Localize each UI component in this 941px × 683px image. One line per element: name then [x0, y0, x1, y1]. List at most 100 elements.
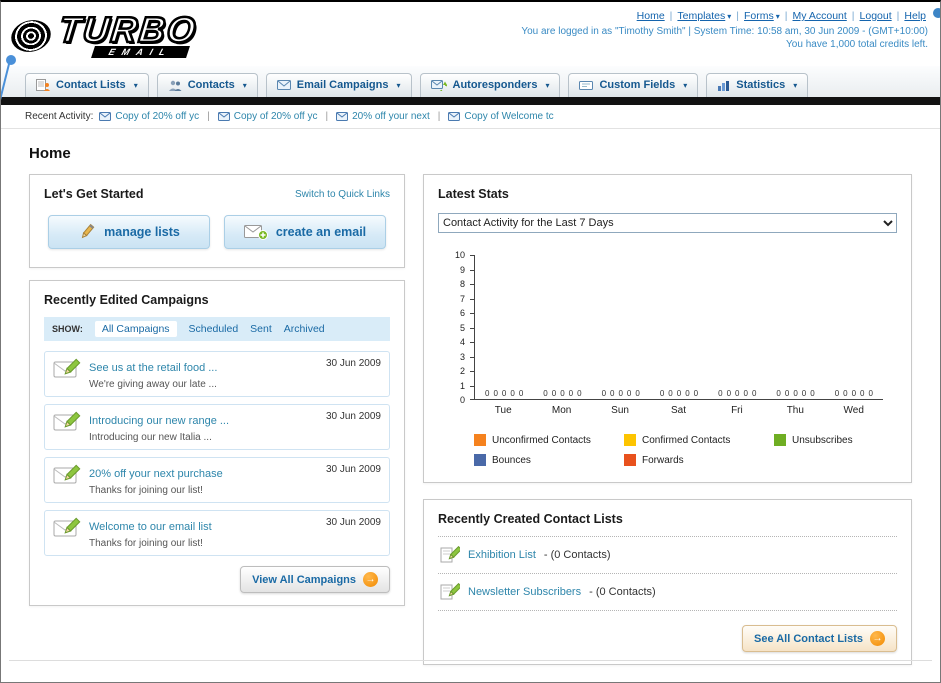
view-all-campaigns-button[interactable]: View All Campaigns → — [240, 566, 390, 593]
page-title: Home — [29, 145, 71, 162]
edit-campaign-icon — [53, 358, 81, 378]
bar-value: 0 — [751, 389, 757, 398]
manage-lists-button[interactable]: manage lists — [48, 215, 210, 249]
bar-value-group: 00000 — [766, 389, 824, 398]
filter-all-campaigns[interactable]: All Campaigns — [94, 321, 177, 337]
blue-dot-decoration — [933, 8, 940, 18]
filter-scheduled[interactable]: Scheduled — [189, 323, 239, 335]
tab-contact-lists[interactable]: Contact Lists — [25, 73, 149, 97]
header-right: Home Templates Forms My Account Logout Help Y… — [521, 8, 928, 64]
x-axis-label: Mon — [551, 405, 572, 416]
edit-campaign-icon — [53, 464, 81, 484]
edit-campaign-icon — [53, 411, 81, 431]
legend-swatch — [474, 454, 486, 466]
campaign-subtitle: We're giving away our late ... — [89, 379, 217, 390]
chevron-down-icon — [681, 79, 687, 91]
bar-value: 0 — [601, 389, 607, 398]
envelope-plus-icon — [243, 225, 268, 240]
arrow-right-icon: → — [363, 572, 378, 587]
tab-contacts[interactable]: Contacts — [156, 73, 258, 97]
campaign-date: 30 Jun 2009 — [325, 411, 381, 422]
separator — [667, 10, 676, 22]
chevron-down-icon — [791, 79, 797, 91]
contact-list-item[interactable]: Exhibition List - (0 Contacts) — [438, 537, 897, 574]
y-axis-tick — [470, 342, 475, 343]
bar-value: 0 — [560, 389, 565, 398]
bar-value-group: 00000 — [533, 389, 591, 398]
switch-quick-links-link[interactable]: Switch to Quick Links — [295, 189, 390, 200]
campaign-filter-bar: SHOW: All Campaigns Scheduled Sent Archi… — [44, 317, 390, 341]
tab-statistics[interactable]: Statistics — [706, 73, 809, 97]
right-column: Latest Stats Contact Activity for the La… — [423, 174, 912, 665]
top-link-help[interactable]: Help — [904, 10, 926, 22]
recent-activity-item[interactable]: Copy of 20% off yc — [217, 111, 317, 122]
campaign-row[interactable]: See us at the retail food ... We're givi… — [44, 351, 390, 397]
campaign-row[interactable]: Welcome to our email list Thanks for joi… — [44, 510, 390, 556]
email-campaigns-icon — [276, 80, 291, 90]
recent-activity-item[interactable]: Copy of 20% off yc — [99, 111, 199, 122]
custom-fields-icon — [579, 80, 594, 90]
contact-activity-chart: 0 1 2 3 4 5 6 7 8 9 10 0 0 0 0 0 0 0 0 0 0 0 0 0 0 0 0 0 0 0 0 0 0 0 0 0 0 0 0… — [438, 250, 897, 466]
campaign-title-link[interactable]: Introducing our new range ... — [89, 415, 229, 427]
chevron-down-icon — [774, 10, 780, 22]
campaign-title-link[interactable]: Welcome to our email list — [89, 521, 212, 533]
top-link-templates[interactable]: Templates — [677, 10, 731, 22]
bar-value: 0 — [743, 389, 748, 398]
separator — [894, 10, 903, 22]
get-started-panel: Let's Get Started Switch to Quick Links … — [29, 174, 405, 268]
filter-sent[interactable]: Sent — [250, 323, 272, 335]
y-axis-label: 0 — [459, 395, 465, 405]
recent-activity-item[interactable]: Copy of Welcome tc — [448, 111, 554, 122]
top-link-my-account[interactable]: My Account — [793, 10, 847, 22]
show-label: SHOW: — [52, 324, 83, 334]
legend-swatch — [774, 434, 786, 446]
campaigns-panel-title: Recently Edited Campaigns — [44, 293, 209, 307]
y-axis-tick — [470, 385, 475, 387]
y-axis-label: 10 — [454, 250, 465, 260]
tab-email-campaigns[interactable]: Email Campaigns — [265, 73, 412, 97]
contact-list-item[interactable]: Newsletter Subscribers - (0 Contacts) — [438, 574, 897, 611]
legend-item: Unsubscribes — [774, 434, 893, 446]
x-axis-label: Sun — [611, 405, 629, 416]
bar-value: 0 — [668, 389, 673, 398]
top-link-forms[interactable]: Forms — [744, 10, 780, 22]
bar-value-group: 00000 — [650, 389, 708, 398]
top-link-home[interactable]: Home — [637, 10, 665, 22]
filter-archived[interactable]: Archived — [284, 323, 325, 335]
recent-activity-bar: Recent Activity: Copy of 20% off yc Copy… — [1, 105, 940, 129]
bar-value: 0 — [618, 389, 623, 398]
contact-list-link[interactable]: Newsletter Subscribers — [468, 586, 581, 598]
header: TURBO EMAIL Home Templates Forms My Account… — [1, 2, 940, 66]
contact-list-count: - (0 Contacts) — [589, 586, 656, 598]
bar-value: 0 — [868, 389, 873, 398]
y-axis-tick — [470, 371, 475, 372]
bar-value: 0 — [834, 389, 840, 398]
campaign-row[interactable]: 20% off your next purchase Thanks for jo… — [44, 457, 390, 503]
campaign-title-link[interactable]: See us at the retail food ... — [89, 362, 217, 374]
legend-label: Unconfirmed Contacts — [492, 434, 591, 446]
create-email-button[interactable]: create an email — [224, 215, 386, 249]
bar-value-group: 00000 — [475, 389, 533, 398]
chart-x-axis: Tue Mon Sun Sat Fri Thu Wed — [474, 405, 883, 416]
y-axis-label: 7 — [459, 293, 465, 304]
top-link-logout[interactable]: Logout — [860, 10, 892, 22]
bar-value: 0 — [843, 389, 848, 398]
stats-period-select[interactable]: Contact Activity for the Last 7 Days — [438, 213, 897, 233]
statistics-icon — [718, 80, 730, 91]
campaign-title-link[interactable]: 20% off your next purchase — [89, 468, 223, 480]
bar-value: 0 — [610, 389, 615, 398]
tab-custom-fields[interactable]: Custom Fields — [568, 73, 699, 97]
email-icon — [217, 112, 230, 121]
recent-activity-item[interactable]: 20% off your next — [336, 111, 430, 122]
recently-created-contact-lists-panel: Recently Created Contact Lists Exhibitio… — [423, 499, 912, 665]
contact-list-link[interactable]: Exhibition List — [468, 549, 536, 561]
bar-value: 0 — [793, 389, 798, 398]
see-all-contact-lists-button[interactable]: See All Contact Lists → — [741, 625, 897, 652]
bar-value: 0 — [860, 389, 865, 398]
stats-panel-title: Latest Stats — [438, 187, 509, 201]
campaign-row[interactable]: Introducing our new range ... Introducin… — [44, 404, 390, 450]
tab-autoresponders[interactable]: Autoresponders — [419, 73, 561, 97]
logo-swoosh-icon — [7, 15, 55, 57]
campaign-date: 30 Jun 2009 — [325, 517, 381, 528]
campaign-date: 30 Jun 2009 — [325, 358, 381, 369]
